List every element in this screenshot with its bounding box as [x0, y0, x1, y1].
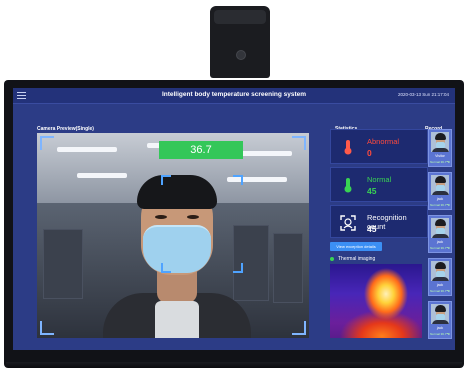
office-partition: [273, 233, 303, 303]
record-item[interactable]: Visitor Normal 36.7℃: [428, 129, 452, 167]
preview-frame-corner: [40, 321, 54, 335]
camera-preview[interactable]: 36.7: [37, 133, 309, 338]
record-item[interactable]: jack Normal 36.7℃: [428, 172, 452, 210]
live-status-dot: [330, 257, 334, 261]
record-name: Visitor: [435, 154, 445, 158]
record-photo: [431, 132, 449, 152]
record-photo: [431, 304, 449, 324]
datetime: 2020-03-13 Sun 21:17:04: [397, 92, 449, 97]
person-eye: [187, 215, 199, 219]
thermal-image[interactable]: [330, 264, 422, 338]
record-item[interactable]: jack Normal 36.7℃: [428, 258, 452, 296]
camera-preview-label: Camera Preview(Single): [37, 126, 94, 132]
app-title: Intelligent body temperature screening s…: [161, 91, 307, 98]
abnormal-value: 0: [367, 148, 372, 158]
ceiling-light: [237, 151, 292, 156]
camera-lens-icon: [236, 50, 246, 60]
thermometer-icon: [344, 140, 352, 155]
record-temp: Normal 36.7℃: [430, 203, 450, 207]
record-photo: [431, 175, 449, 195]
person-hair: [137, 175, 217, 209]
normal-stat-card: Normal 45: [330, 167, 428, 202]
face-box-corner: [233, 175, 243, 185]
person-collar: [155, 301, 199, 338]
preview-frame-corner: [40, 136, 54, 150]
face-box-corner: [161, 263, 171, 273]
preview-frame-corner: [292, 321, 306, 335]
record-photo: [431, 261, 449, 281]
record-name: jack: [436, 326, 444, 330]
camera-device: [210, 6, 270, 78]
monitor-bottom-bezel: [6, 362, 462, 368]
abnormal-label: Abnormal: [367, 137, 400, 146]
record-temp: Normal 36.7℃: [430, 160, 450, 164]
face-box-corner: [233, 263, 243, 273]
record-temp: Normal 36.7℃: [430, 289, 450, 293]
preview-frame-corner: [292, 136, 306, 150]
view-exception-details-button[interactable]: View exception details: [330, 242, 382, 251]
record-temp: Normal 36.7℃: [430, 246, 450, 250]
record-name: jack: [436, 197, 444, 201]
recognition-value: 45: [367, 224, 377, 234]
record-temp: Normal 36.7℃: [430, 332, 450, 336]
recognition-stat-card: Recognition count 45: [330, 205, 428, 238]
thermal-imaging-label: Thermal imaging: [338, 256, 376, 262]
normal-label: Normal: [367, 175, 392, 184]
office-partition: [43, 229, 83, 299]
face-mask: [143, 225, 211, 273]
person-eye: [155, 215, 167, 219]
title-bar: Intelligent body temperature screening s…: [13, 88, 455, 104]
record-item[interactable]: jack Normal 36.7℃: [428, 301, 452, 339]
ceiling-light: [57, 147, 117, 152]
ceiling-light: [77, 173, 127, 178]
face-box-corner: [161, 175, 171, 185]
record-name: jack: [436, 283, 444, 287]
temperature-badge: 36.7: [159, 141, 243, 159]
record-item[interactable]: jack Normal 36.7℃: [428, 215, 452, 253]
normal-value: 45: [367, 186, 377, 196]
face-scan-icon: [340, 215, 356, 231]
camera-device-top: [214, 10, 266, 24]
thermometer-icon: [344, 178, 352, 193]
record-name: jack: [436, 240, 444, 244]
record-photo: [431, 218, 449, 238]
abnormal-stat-card: Abnormal 0: [330, 129, 428, 164]
